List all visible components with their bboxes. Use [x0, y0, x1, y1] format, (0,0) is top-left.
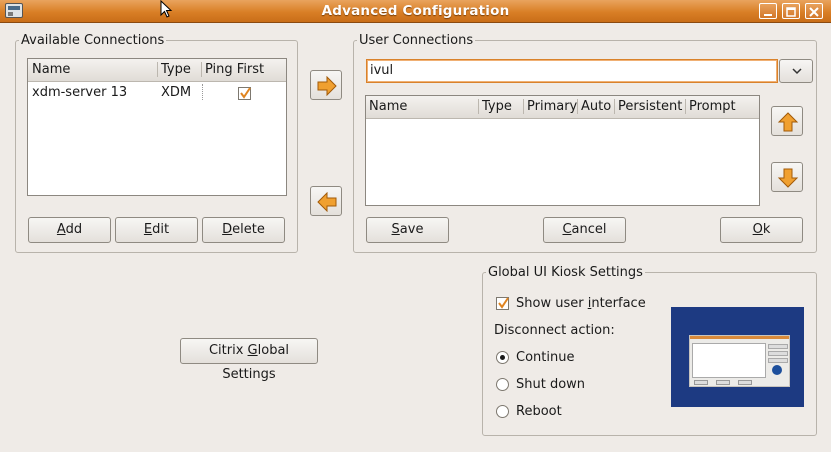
save-button[interactable]: Save [366, 217, 449, 243]
disconnect-action-label: Disconnect action: [494, 323, 615, 338]
column-header-ping-first[interactable]: Ping First [205, 62, 264, 77]
checkmark-icon [240, 87, 251, 99]
continue-label[interactable]: Continue [516, 350, 574, 365]
user-connections-legend: User Connections [359, 33, 474, 48]
minimize-icon [764, 14, 772, 16]
close-button[interactable] [805, 3, 823, 19]
cell-divider [202, 84, 203, 100]
edit-mnemonic: E [143, 222, 153, 237]
column-separator [157, 62, 158, 77]
move-left-button[interactable] [310, 186, 342, 216]
move-right-button[interactable] [310, 70, 342, 100]
delete-button[interactable]: Delete [202, 217, 285, 243]
column-separator [478, 99, 479, 114]
ok-label: k [762, 222, 771, 237]
column-header-name[interactable]: Name [32, 62, 70, 77]
show-ui-label-pre: Show user [516, 296, 588, 311]
ok-mnemonic: O [752, 222, 763, 237]
column-header-prompt[interactable]: Prompt [689, 99, 736, 114]
column-header-primary[interactable]: Primary [527, 99, 577, 114]
column-header-type[interactable]: Type [482, 99, 512, 114]
column-separator [523, 99, 524, 114]
save-label: ave [399, 222, 424, 237]
row-type: XDM [161, 85, 192, 100]
arrow-left-icon [317, 192, 337, 212]
shut-down-label[interactable]: Shut down [516, 377, 585, 392]
delete-mnemonic: D [222, 222, 233, 237]
available-connections-legend: Available Connections [21, 33, 165, 48]
column-header-type[interactable]: Type [161, 62, 191, 77]
column-separator [614, 99, 615, 114]
column-separator [201, 62, 202, 77]
minimize-button[interactable] [759, 3, 777, 19]
mouse-cursor-icon [160, 0, 173, 18]
checkmark-icon [498, 297, 509, 309]
column-separator [685, 99, 686, 114]
ok-button[interactable]: Ok [720, 217, 803, 243]
available-list-header: Name Type Ping First [28, 59, 286, 82]
column-header-name[interactable]: Name [369, 99, 407, 114]
show-ui-label-rest: nterface [591, 296, 646, 311]
user-connections-list[interactable]: Name Type Primary Auto Persistent Prompt [365, 95, 760, 206]
cancel-button[interactable]: Cancel [543, 217, 626, 243]
column-header-auto[interactable]: Auto [581, 99, 611, 114]
edit-label: dit [152, 222, 170, 237]
kiosk-preview-image [671, 307, 804, 407]
arrow-up-icon [777, 112, 799, 132]
delete-label: elete [232, 222, 265, 237]
combo-entry[interactable]: ivul [366, 59, 778, 83]
citrix-label-pre: Citrix [208, 343, 248, 358]
continue-radio[interactable] [496, 351, 509, 364]
cancel-mnemonic: C [562, 222, 572, 237]
add-mnemonic: A [56, 222, 66, 237]
reboot-label[interactable]: Reboot [516, 404, 562, 419]
combo-dropdown-button[interactable] [779, 59, 813, 83]
citrix-global-settings-button[interactable]: Citrix Global Settings [180, 338, 318, 382]
arrow-right-icon [317, 76, 337, 96]
close-icon [809, 7, 819, 17]
cancel-label: ancel [571, 222, 607, 237]
maximize-icon [786, 7, 796, 17]
column-separator [577, 99, 578, 114]
show-ui-label[interactable]: Show user interface [516, 296, 646, 311]
column-header-persistent[interactable]: Persistent [618, 99, 682, 114]
shut-down-radio[interactable] [496, 378, 509, 391]
citrix-mnemonic: G [247, 343, 258, 358]
show-ui-checkbox[interactable] [496, 297, 509, 310]
user-connection-combo[interactable]: ivul [366, 59, 813, 83]
arrow-down-icon [777, 168, 799, 188]
row-name: xdm-server 13 [32, 85, 128, 100]
table-row[interactable]: xdm-server 13 XDM [28, 82, 286, 102]
ping-first-checkbox[interactable] [238, 87, 251, 100]
user-list-header: Name Type Primary Auto Persistent Prompt [366, 96, 759, 119]
reboot-radio[interactable] [496, 405, 509, 418]
dropdown-icon [792, 68, 802, 75]
move-down-button[interactable] [771, 162, 803, 192]
available-connections-list[interactable]: Name Type Ping First xdm-server 13 XDM [27, 58, 287, 196]
title-bar[interactable]: Advanced Configuration [0, 0, 831, 23]
save-mnemonic: S [391, 222, 400, 237]
add-label: dd [65, 222, 83, 237]
edit-button[interactable]: Edit [115, 217, 198, 243]
window-title: Advanced Configuration [321, 3, 510, 19]
maximize-button[interactable] [782, 3, 800, 19]
preview-window [689, 335, 790, 387]
move-up-button[interactable] [771, 106, 803, 136]
add-button[interactable]: Add [28, 217, 111, 243]
kiosk-settings-legend: Global UI Kiosk Settings [488, 265, 643, 280]
